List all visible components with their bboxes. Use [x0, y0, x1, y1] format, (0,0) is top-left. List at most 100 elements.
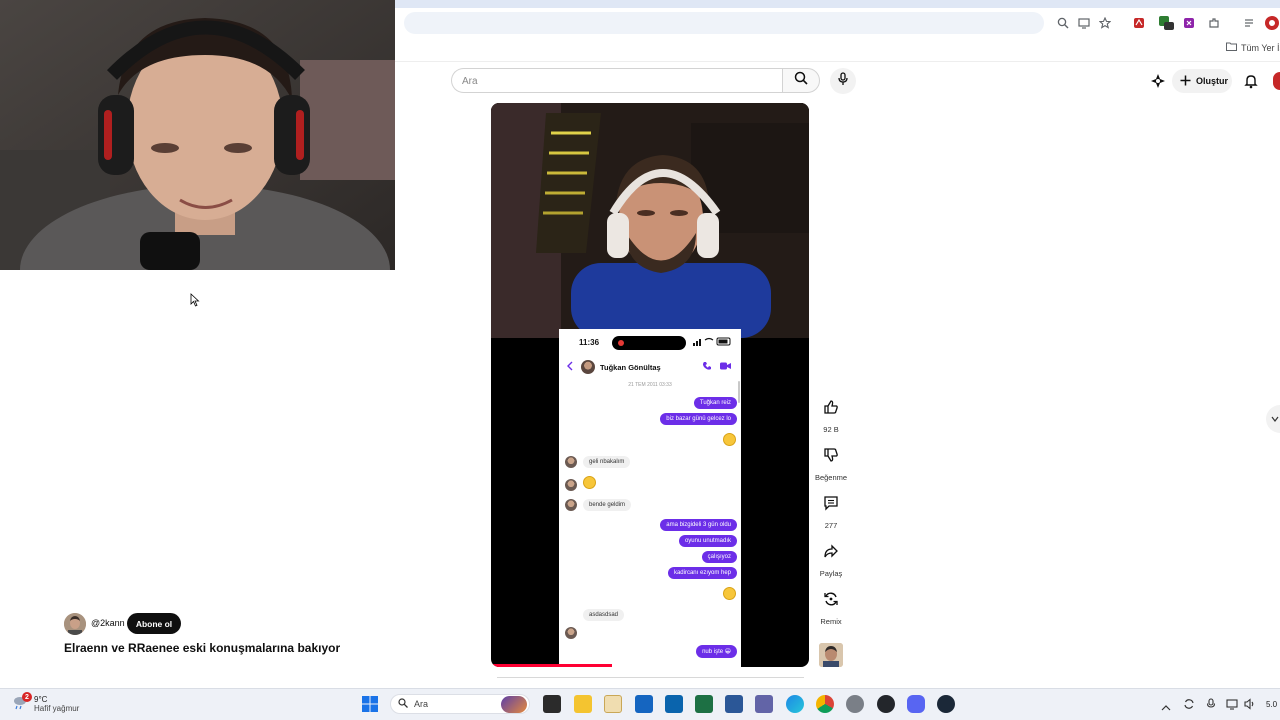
- chrome-icon[interactable]: [816, 695, 834, 713]
- browser-tab-strip: [395, 0, 1280, 8]
- short-video-player[interactable]: 11:36 Tuğkan Gönültaş 21 TEM 2011 03:33: [491, 103, 809, 667]
- task-view-icon[interactable]: [543, 695, 561, 713]
- word-icon[interactable]: [725, 695, 743, 713]
- excel-icon[interactable]: [695, 695, 713, 713]
- message-bubble-outgoing: Tuğkan reiz: [693, 397, 737, 409]
- edge-icon[interactable]: [786, 695, 804, 713]
- gemini-sparkle-icon[interactable]: [1150, 73, 1166, 89]
- search-highlight-icon: [501, 696, 527, 713]
- like-action[interactable]: 92 B: [814, 393, 848, 434]
- search-icon: [794, 71, 808, 90]
- search-box: [451, 68, 783, 93]
- volume-icon[interactable]: [1244, 697, 1256, 715]
- pdf-extension-icon[interactable]: [1130, 14, 1148, 32]
- all-bookmarks-label: Tüm Yer İş: [1241, 42, 1280, 53]
- create-button[interactable]: Oluştur: [1172, 69, 1232, 93]
- phone-signal-icons: [693, 337, 733, 348]
- bookmarks-bar: [395, 38, 1280, 62]
- webcam-overlay: [0, 0, 395, 270]
- sync-icon[interactable]: [1183, 697, 1195, 715]
- dislike-label: Beğenme: [814, 473, 848, 482]
- thumbs-up-icon[interactable]: [817, 393, 845, 421]
- content-divider: [497, 677, 804, 678]
- grinning-emoji-icon: [723, 587, 736, 600]
- sender-avatar: [565, 479, 577, 491]
- account-avatar[interactable]: [1273, 72, 1280, 90]
- store-icon[interactable]: [635, 695, 653, 713]
- like-count: 92 B: [823, 425, 839, 434]
- file-explorer-icon[interactable]: [574, 695, 592, 713]
- weather-description: Hafif yağmur: [34, 704, 80, 713]
- video-title[interactable]: Elraenn ve RRaenee eski konuşmalarına ba…: [64, 641, 340, 655]
- extensions-puzzle-icon[interactable]: [1205, 14, 1223, 32]
- message-bubble-outgoing: nub işte 😀: [696, 645, 737, 658]
- outlook-icon[interactable]: [665, 695, 683, 713]
- dynamic-island: [612, 336, 686, 350]
- share-label: Paylaş: [819, 569, 843, 578]
- taskbar-search-label: Ara: [414, 699, 429, 709]
- video-call-icon: [720, 362, 731, 372]
- dislike-action[interactable]: Beğenme: [814, 441, 848, 482]
- message-bubble-incoming: asdasdsad: [583, 609, 625, 621]
- steam-icon[interactable]: [937, 695, 955, 713]
- comment-count: 277: [824, 521, 838, 530]
- all-bookmarks-folder[interactable]: Tüm Yer İş: [1226, 42, 1280, 53]
- taskbar-search[interactable]: Ara: [390, 694, 530, 714]
- streamer-webcam-image: [0, 0, 395, 270]
- microphone-tray-icon[interactable]: [1206, 697, 1216, 715]
- zoom-icon[interactable]: [1054, 14, 1072, 32]
- message-bubble-outgoing: çalışıyoz: [701, 551, 737, 563]
- search-input[interactable]: [462, 73, 762, 89]
- plus-icon: [1180, 75, 1191, 88]
- address-bar[interactable]: [404, 12, 1044, 34]
- original-sound-thumbnail[interactable]: [819, 643, 843, 667]
- share-arrow-icon[interactable]: [817, 537, 845, 565]
- show-hidden-icons-chevron-icon[interactable]: [1161, 699, 1171, 717]
- remix-label: Remix: [820, 617, 842, 626]
- media-player-icon[interactable]: [604, 695, 622, 713]
- remix-action[interactable]: Remix: [814, 585, 848, 626]
- chevron-down-icon: [1271, 410, 1279, 428]
- discord-icon[interactable]: [907, 695, 925, 713]
- github-desktop-icon[interactable]: [877, 695, 895, 713]
- remix-icon[interactable]: [817, 585, 845, 613]
- message-bubble-incoming: bende geldim: [583, 499, 632, 511]
- profile-icon[interactable]: [1263, 14, 1280, 32]
- folder-icon: [1226, 42, 1237, 53]
- purple-extension-icon[interactable]: [1180, 14, 1198, 32]
- comments-action[interactable]: 277: [814, 489, 848, 530]
- phone-status-bar: 11:36: [559, 329, 741, 355]
- sender-avatar: [565, 499, 577, 511]
- extension-badge-icon[interactable]: [1157, 14, 1175, 32]
- comment-icon[interactable]: [817, 489, 845, 517]
- smiling-emoji-icon: [583, 476, 596, 489]
- channel-handle[interactable]: @2kann: [91, 618, 125, 628]
- teams-icon[interactable]: [755, 695, 773, 713]
- subscribe-button[interactable]: Abone ol: [127, 613, 181, 634]
- settings-gear-icon[interactable]: [846, 695, 864, 713]
- bookmark-star-icon[interactable]: [1096, 14, 1114, 32]
- voice-search-button[interactable]: [830, 68, 856, 94]
- taskbar-clock[interactable]: 5.0: [1266, 700, 1277, 709]
- taskbar-search-icon: [398, 698, 408, 710]
- search-button[interactable]: [782, 68, 820, 93]
- reading-list-icon[interactable]: [1241, 14, 1259, 32]
- thumbs-down-icon[interactable]: [817, 441, 845, 469]
- weather-alert-badge: 2: [22, 692, 32, 702]
- contact-name: Tuğkan Gönültaş: [600, 363, 661, 372]
- message-bubble-incoming: geli nbakalım: [583, 456, 631, 468]
- microphone-icon: [837, 71, 849, 91]
- chat-header: Tuğkan Gönültaş: [559, 355, 741, 379]
- network-icon[interactable]: [1226, 697, 1238, 715]
- channel-avatar[interactable]: [64, 613, 86, 635]
- share-action[interactable]: Paylaş: [814, 537, 848, 578]
- streamer-video-frame: [491, 103, 809, 338]
- recording-dot-icon: [618, 340, 624, 346]
- next-video-button[interactable]: [1266, 405, 1280, 433]
- install-app-icon[interactable]: [1075, 14, 1093, 32]
- grinning-emoji-icon: [723, 433, 736, 446]
- windows-start-icon[interactable]: [361, 695, 379, 713]
- video-progress-bar[interactable]: [491, 664, 612, 667]
- notifications-bell-icon[interactable]: [1243, 73, 1259, 89]
- create-label: Oluştur: [1196, 76, 1229, 86]
